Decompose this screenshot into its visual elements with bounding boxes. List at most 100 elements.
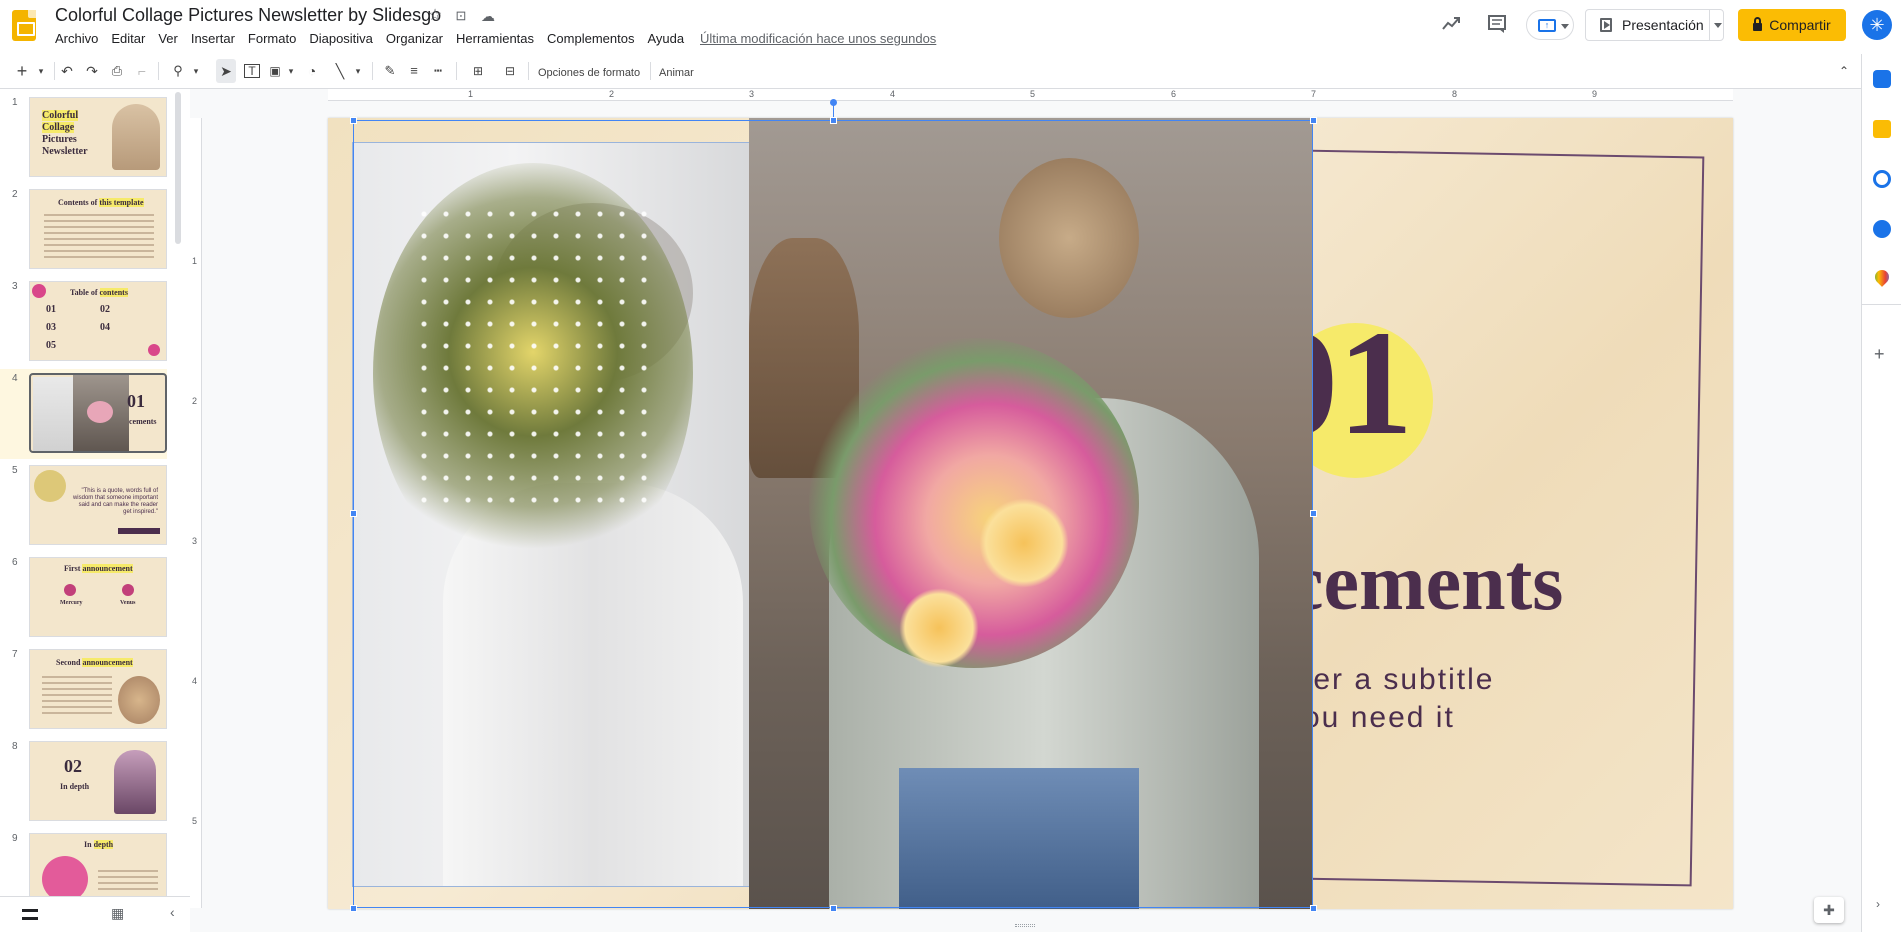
slides-logo-icon[interactable] [12,10,36,41]
grid-view-icon[interactable]: ▦ [111,905,124,922]
rotate-handle[interactable] [830,99,837,106]
image-dropdown-icon[interactable]: ▾ [286,62,296,80]
add-addon-icon[interactable]: + [1874,344,1885,365]
slide-thumb-2[interactable]: Contents of this template [29,189,167,269]
thumb-title-hl: depth [93,840,114,849]
filmstrip: 1 Colorful Collage Pictures Newsletter 2… [0,89,167,919]
add-comment-icon[interactable]: ⊞ [470,62,486,80]
redo-icon[interactable]: ↷ [84,62,100,80]
thumb-label: Venus [120,600,136,606]
new-slide-dropdown-icon[interactable]: ▾ [36,62,46,80]
slide-subtitle-line1[interactable]: ter a subtitle [1303,663,1494,697]
expand-panel-icon[interactable]: › [1876,897,1880,911]
format-options-button[interactable]: Opciones de formato [538,64,640,82]
line-dropdown-icon[interactable]: ▾ [353,62,363,80]
menu-ayuda[interactable]: Ayuda [647,31,684,49]
speaker-notes-drag-handle[interactable] [1015,924,1035,927]
present-meeting-button[interactable]: ↑ [1526,10,1574,40]
ruler-number: 5 [1030,89,1036,99]
slide-thumb-7[interactable]: Second announcement [29,649,167,729]
menu-ver[interactable]: Ver [158,31,178,49]
menu-complementos[interactable]: Complementos [547,31,634,49]
maps-icon[interactable] [1872,267,1892,287]
thumb-title: First [64,564,81,573]
collapse-toolbar-icon[interactable]: ⌃ [1836,62,1852,80]
image-icon[interactable]: ▣ [268,62,282,80]
slide-thumb-4[interactable]: 01 cements [29,373,167,453]
undo-icon[interactable]: ↶ [59,62,75,80]
collapse-filmstrip-icon[interactable]: ‹ [170,904,175,920]
thumb-title: In depth [60,782,90,791]
keep-icon[interactable] [1873,120,1891,138]
slide-thumb-1[interactable]: Colorful Collage Pictures Newsletter [29,97,167,177]
resize-handle-sw[interactable] [350,905,357,912]
text-box-icon[interactable]: T [244,64,260,78]
border-weight-icon[interactable]: ≡ [406,62,422,80]
explore-button[interactable]: ✚ [1814,897,1844,923]
thumb-image [112,104,160,170]
line-icon[interactable]: ╲ [332,62,348,80]
present-button[interactable]: Presentación [1585,9,1724,41]
zoom-dropdown-icon[interactable]: ▾ [191,62,201,80]
share-button[interactable]: Compartir [1738,9,1846,41]
filmstrip-view-icon[interactable] [22,909,38,920]
last-edit-link[interactable]: Última modificación hace unos segundos [700,31,936,46]
toolbar-divider [456,62,457,80]
menu-archivo[interactable]: Archivo [55,31,98,49]
resize-handle-w[interactable] [350,510,357,517]
border-color-icon[interactable]: ✎ [382,62,398,80]
contacts-icon[interactable] [1873,220,1891,238]
print-icon[interactable]: ⎙ [109,62,125,80]
share-label: Compartir [1769,17,1831,33]
thumb-title: Table of [70,288,98,297]
thumb-title-hl: this template [99,198,144,207]
slide-title[interactable]: cements [1288,538,1563,629]
zoom-icon[interactable]: ⚲ [170,62,186,80]
resize-handle-n[interactable] [830,117,837,124]
vertical-ruler[interactable]: 1 2 3 4 5 [190,118,202,908]
move-folder-icon[interactable]: ⊡ [451,6,471,26]
slide-thumb-6[interactable]: First announcement Mercury Venus [29,557,167,637]
resize-handle-s[interactable] [830,905,837,912]
animate-button[interactable]: Animar [659,64,694,82]
menu-herramientas[interactable]: Herramientas [456,31,534,49]
ruler-number: 3 [749,89,755,99]
tasks-icon[interactable] [1873,170,1891,188]
resize-handle-se[interactable] [1310,905,1317,912]
border-dash-icon[interactable]: ┅ [430,62,446,80]
present-dropdown-icon[interactable] [1714,23,1722,28]
new-slide-icon[interactable]: + [14,62,30,80]
menu-diapositiva[interactable]: Diapositiva [309,31,373,49]
horizontal-ruler[interactable]: 1 2 3 4 5 6 7 8 9 [328,89,1733,101]
slides-app: Colorful Collage Pictures Newsletter by … [0,0,1901,932]
filmstrip-scrollbar[interactable] [175,92,181,244]
calendar-icon[interactable] [1873,70,1891,88]
menu-editar[interactable]: Editar [111,31,145,49]
select-tool-icon[interactable]: ➤ [216,59,236,83]
ruler-number: 9 [1592,89,1598,99]
resize-handle-e[interactable] [1310,510,1317,517]
resize-handle-nw[interactable] [350,117,357,124]
replace-image-icon[interactable]: ⊟ [502,62,518,80]
slide-thumb-9[interactable]: In depth [29,833,167,899]
cloud-status-icon[interactable]: ☁ [478,6,498,26]
menu-formato[interactable]: Formato [248,31,296,49]
document-title[interactable]: Colorful Collage Pictures Newsletter by … [55,5,441,26]
star-icon[interactable]: ☆ [425,6,445,26]
slide-subtitle-line2[interactable]: ou need it [1303,701,1455,735]
comments-icon[interactable] [1487,14,1507,34]
slide-thumb-8[interactable]: 02 In depth [29,741,167,821]
paint-format-icon[interactable]: ⌐ [134,62,150,80]
toc-01: 01 [46,304,56,315]
selection-box[interactable] [353,120,1313,908]
trend-icon[interactable] [1441,14,1461,34]
avatar[interactable]: ✳ [1862,10,1892,40]
slide-thumb-5[interactable]: "This is a quote, words full of wisdom t… [29,465,167,545]
slide-thumb-3[interactable]: Table of contents 01 02 03 04 05 [29,281,167,361]
shape-icon[interactable]: ◔ [304,62,320,80]
resize-handle-ne[interactable] [1310,117,1317,124]
menu-organizar[interactable]: Organizar [386,31,443,49]
slide-number: 9 [12,833,18,844]
menu-insertar[interactable]: Insertar [191,31,235,49]
flower-decoration [34,470,66,502]
